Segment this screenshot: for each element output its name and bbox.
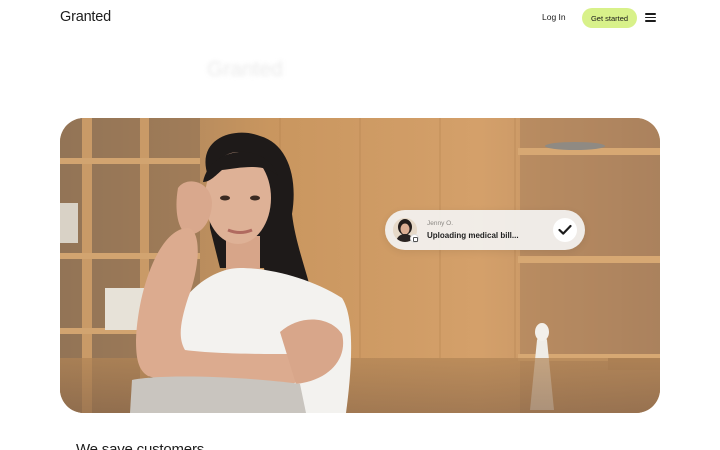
toast-message: Uploading medical bill...	[427, 231, 519, 240]
section-heading: We save customers	[76, 441, 205, 450]
menu-line	[645, 20, 656, 22]
checkmark-icon	[553, 218, 577, 242]
document-icon	[410, 234, 419, 243]
login-link[interactable]: Log In	[542, 12, 566, 22]
site-header: Granted Log In Get started	[0, 0, 720, 36]
hamburger-menu-icon[interactable]	[645, 13, 656, 22]
logo[interactable]: Granted	[60, 9, 111, 25]
menu-line	[645, 16, 656, 19]
hero-photo-illustration	[60, 118, 660, 413]
hero-image	[60, 118, 660, 413]
faded-heading: Granted	[207, 58, 283, 81]
menu-line	[645, 13, 656, 15]
get-started-button[interactable]: Get started	[582, 8, 637, 28]
toast-user-name: Jenny O.	[427, 220, 454, 227]
